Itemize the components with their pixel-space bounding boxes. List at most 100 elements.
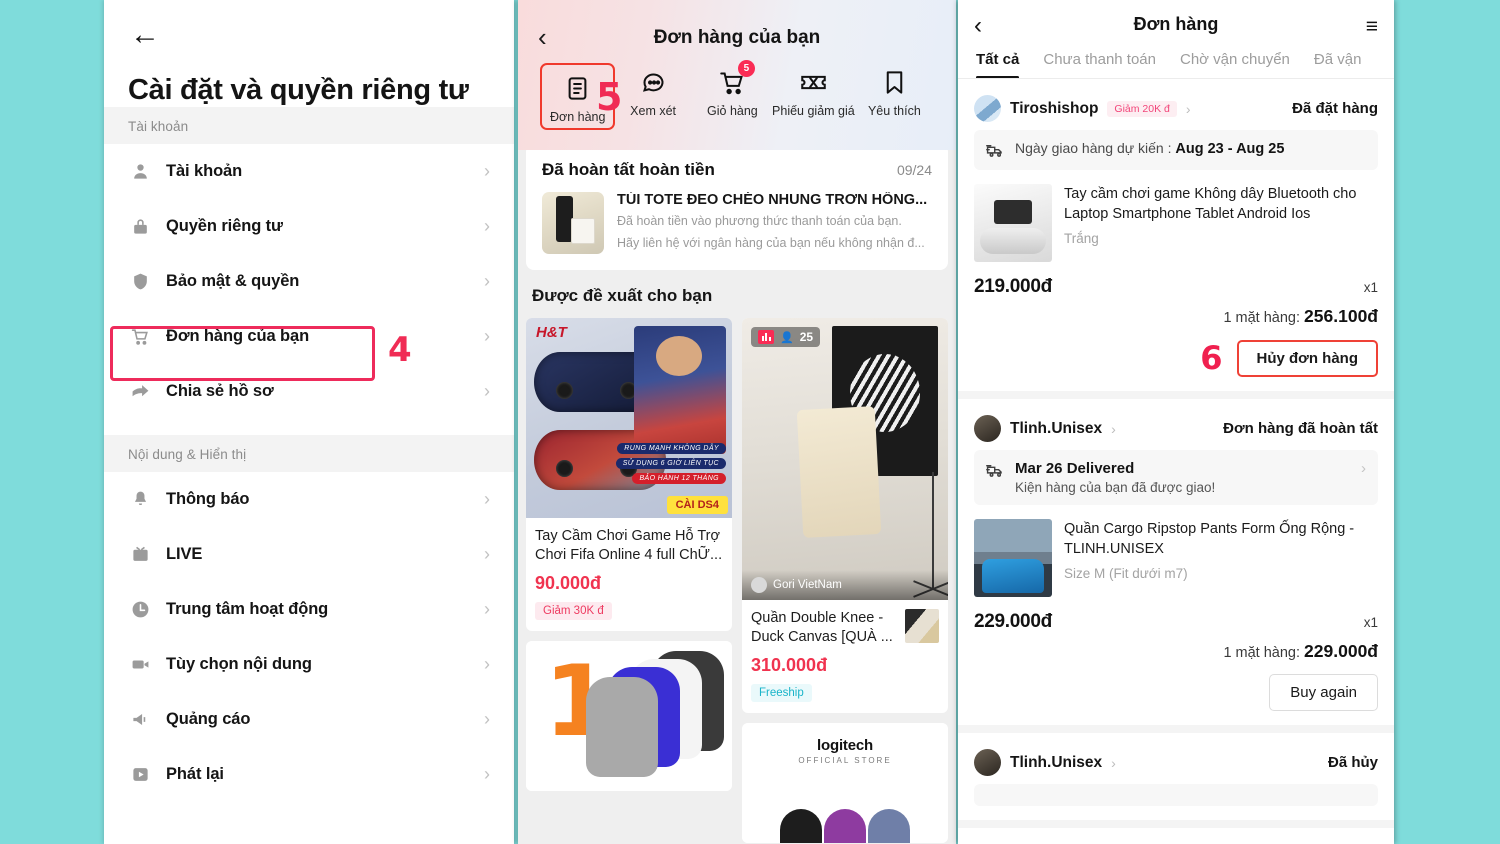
- sidebar-item-label: Tùy chọn nội dung: [166, 655, 312, 673]
- sidebar-item-replay[interactable]: Phát lại ›: [104, 747, 514, 802]
- chevron-right-icon: ›: [484, 271, 490, 291]
- sidebar-item-label: Quyền riêng tư: [166, 217, 283, 235]
- page-title: Cài đặt và quyền riêng tư: [128, 74, 469, 106]
- chevron-right-icon: ›: [484, 544, 490, 564]
- shop-row[interactable]: Tlinh.Unisex › Đơn hàng đã hoàn tất: [974, 409, 1378, 450]
- shipping-label: Ngày giao hàng dự kiến :: [1015, 140, 1176, 156]
- avatar: [974, 415, 1001, 442]
- refund-card[interactable]: Đã hoàn tất hoàn tiền 09/24 TÚI TOTE ĐEO…: [526, 150, 948, 270]
- tab-awaiting-shipment[interactable]: Chờ vận chuyển: [1180, 51, 1290, 78]
- tab-cart[interactable]: 5 Giỏ hàng: [693, 60, 772, 118]
- shipping-info-bar[interactable]: [974, 784, 1378, 806]
- shipping-info-bar[interactable]: Ngày giao hàng dự kiến : Aug 23 - Aug 25: [974, 130, 1378, 170]
- back-chevron-icon[interactable]: ‹: [974, 14, 982, 38]
- recommendations-title: Được đề xuất cho bạn: [532, 286, 713, 305]
- order-item[interactable]: Tay cầm chơi game Không dây Bluetooth ch…: [974, 170, 1378, 262]
- tab-reviews[interactable]: Xem xét: [613, 65, 692, 118]
- sidebar-item-privacy[interactable]: Quyền riêng tư ›: [104, 199, 514, 254]
- sidebar-item-your-orders[interactable]: Đơn hàng của bạn ›: [104, 309, 514, 364]
- order-total-value: 256.100đ: [1304, 306, 1378, 326]
- product-card[interactable]: 👤 25 Gori VietNam Quần Double Knee - Duc…: [742, 318, 948, 714]
- back-chevron-icon[interactable]: ‹: [538, 24, 547, 50]
- item-quantity: x1: [1363, 615, 1378, 630]
- orders-list-header: ‹ Đơn hàng ≡: [958, 0, 1394, 38]
- orders-status-tabbar: Tất cả Chưa thanh toán Chờ vận chuyển Đã…: [958, 35, 1394, 79]
- tab-unpaid[interactable]: Chưa thanh toán: [1043, 51, 1156, 78]
- avatar: [751, 577, 767, 593]
- buy-again-button[interactable]: Buy again: [1269, 674, 1378, 711]
- product-name: Tay cầm chơi game Không dây Bluetooth ch…: [1064, 186, 1357, 222]
- settings-list-account: Tài khoản › Quyền riêng tư › Bảo mật & q…: [104, 144, 514, 419]
- brand-subtitle: OFFICIAL STORE: [798, 756, 892, 766]
- item-price: 219.000đ: [974, 276, 1052, 297]
- avatar: [974, 749, 1001, 776]
- tab-all[interactable]: Tất cả: [976, 51, 1020, 78]
- product-name: Quần Double Knee - Duck Canvas [QUÀ ...: [751, 610, 893, 646]
- cart-icon: 5: [719, 60, 755, 99]
- product-price: 310.000đ: [751, 655, 828, 676]
- product-thumbnail: [974, 184, 1052, 262]
- bell-icon: [128, 489, 152, 511]
- product-card[interactable]: 1: [526, 641, 732, 792]
- sidebar-item-content-preferences[interactable]: Tùy chọn nội dung ›: [104, 637, 514, 692]
- tab-favorites[interactable]: Yêu thích: [855, 65, 934, 118]
- shop-name: Tiroshishop: [1010, 99, 1099, 117]
- tab-label: Yêu thích: [867, 104, 921, 118]
- product-variant: Size M (Fit dưới m7): [1064, 566, 1188, 581]
- shipping-info-bar[interactable]: Mar 26 Delivered Kiện hàng của bạn đã đư…: [974, 450, 1378, 505]
- promo-bullet: SỬ DỤNG 6 GIỜ LIÊN TỤC: [615, 458, 726, 469]
- megaphone-icon: [128, 709, 152, 731]
- tab-shipped[interactable]: Đã vận: [1314, 51, 1362, 78]
- shop-row[interactable]: Tlinh.Unisex › Đã hủy: [974, 743, 1378, 784]
- sidebar-item-label: Trung tâm hoạt động: [166, 600, 329, 618]
- sidebar-item-account[interactable]: Tài khoản ›: [104, 144, 514, 199]
- order-card[interactable]: Tiroshishop Giảm 20K đ › Đã đặt hàng Ngà…: [958, 79, 1394, 399]
- sidebar-item-notifications[interactable]: Thông báo ›: [104, 472, 514, 527]
- tab-vouchers[interactable]: Phiếu giảm giá: [772, 65, 855, 118]
- chevron-right-icon: ›: [484, 599, 490, 619]
- order-status: Đơn hàng đã hoàn tất: [1223, 420, 1378, 437]
- sidebar-item-live[interactable]: LIVE ›: [104, 527, 514, 582]
- sidebar-item-share-profile[interactable]: Chia sẻ hồ sơ ›: [104, 364, 514, 419]
- refund-line-1: Đã hoàn tiền vào phương thức thanh toán …: [617, 214, 902, 228]
- hamburger-menu-icon[interactable]: ≡: [1366, 16, 1378, 37]
- promo-bullet: RUNG MẠNH KHÔNG DÂY: [617, 443, 726, 454]
- order-card[interactable]: Tlinh.Unisex › Đã hủy: [958, 733, 1394, 828]
- live-equalizer-icon: [758, 330, 774, 344]
- sidebar-item-label: Đơn hàng của bạn: [166, 327, 310, 345]
- step-marker-6: 6: [1200, 339, 1223, 377]
- shop-name: Tlinh.Unisex: [1010, 753, 1103, 771]
- chevron-right-icon: ›: [484, 709, 490, 729]
- refund-date: 09/24: [896, 162, 932, 178]
- chevron-right-icon: ›: [484, 654, 490, 674]
- chevron-right-icon: ›: [484, 489, 490, 509]
- product-thumbnail: [542, 192, 604, 254]
- chevron-right-icon: ›: [1185, 100, 1191, 117]
- product-card[interactable]: H&T RUNG MẠNH KHÔNG DÂY SỬ DỤNG 6 GIỜ LI…: [526, 318, 732, 632]
- tab-label: Xem xét: [630, 104, 677, 118]
- settings-header: ← Cài đặt và quyền riêng tư: [104, 0, 514, 107]
- recommendations-section: Được đề xuất cho bạn H&T RUNG MẠNH KHÔNG…: [518, 280, 956, 844]
- item-price: 229.000đ: [974, 611, 1052, 632]
- order-total-value: 229.000đ: [1304, 641, 1378, 661]
- sidebar-item-activity-center[interactable]: Trung tâm hoạt động ›: [104, 582, 514, 637]
- screenshot-stage: ← Cài đặt và quyền riêng tư Tài khoản Tà…: [0, 0, 1500, 844]
- shop-row[interactable]: Tiroshishop Giảm 20K đ › Đã đặt hàng: [974, 89, 1378, 130]
- chevron-right-icon: ›: [484, 161, 490, 181]
- order-card[interactable]: Tlinh.Unisex › Đơn hàng đã hoàn tất Mar …: [958, 399, 1394, 733]
- sidebar-item-label: Bảo mật & quyền: [166, 272, 300, 290]
- cart-badge: 5: [737, 60, 755, 77]
- sidebar-item-security[interactable]: Bảo mật & quyền ›: [104, 254, 514, 309]
- page-title: Đơn hàng: [1133, 14, 1219, 34]
- product-card[interactable]: logitech OFFICIAL STORE: [742, 723, 948, 844]
- sidebar-item-ads[interactable]: Quảng cáo ›: [104, 692, 514, 747]
- order-status: Đã đặt hàng: [1292, 100, 1378, 117]
- back-arrow-icon[interactable]: ←: [128, 18, 162, 52]
- order-total-label: 1 mặt hàng:: [1223, 645, 1305, 661]
- cancel-order-button[interactable]: Hủy đơn hàng: [1236, 339, 1378, 377]
- promo-brand-label: H&T: [536, 324, 567, 341]
- order-item[interactable]: Quần Cargo Ripstop Pants Form Ống Rộng -…: [974, 505, 1378, 597]
- order-total-label: 1 mặt hàng:: [1223, 310, 1305, 326]
- sidebar-item-label: Quảng cáo: [166, 710, 251, 728]
- orders-hub-body[interactable]: Đã hoàn tất hoàn tiền 09/24 TÚI TOTE ĐEO…: [518, 150, 956, 844]
